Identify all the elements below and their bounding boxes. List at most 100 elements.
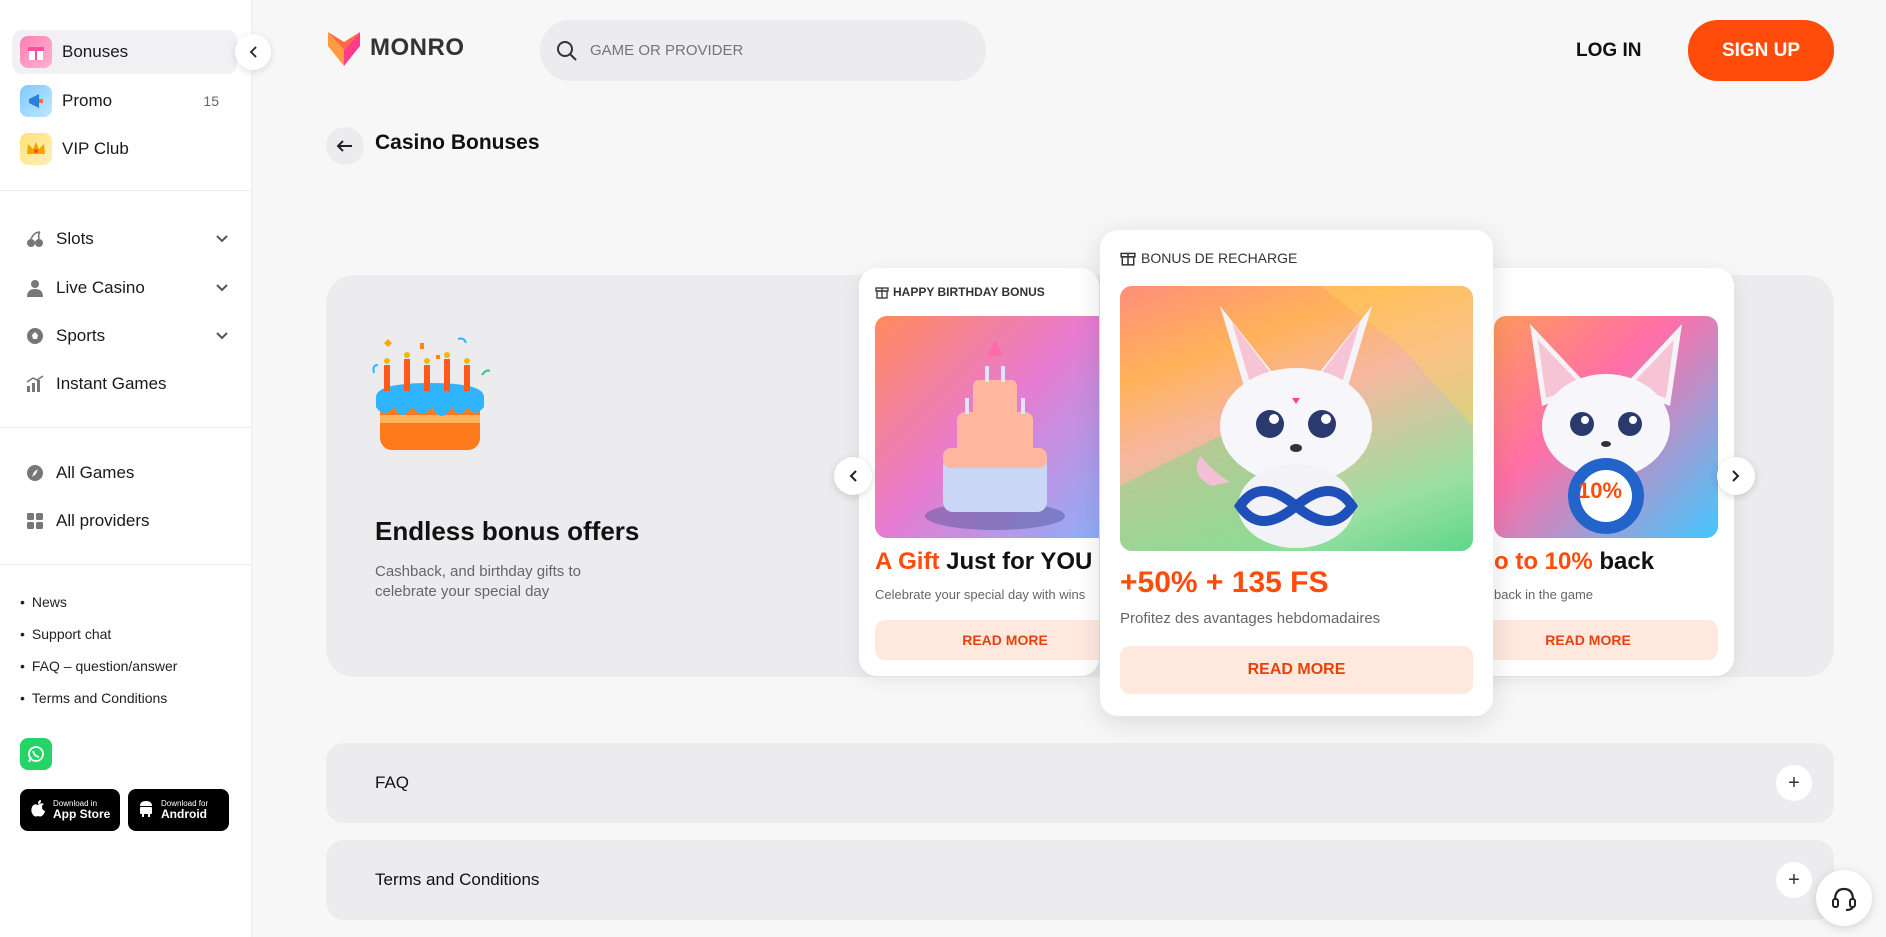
chevron-right-icon [1732, 470, 1740, 482]
dealer-icon [24, 277, 46, 299]
sidebar-item-promo[interactable]: Promo 15 [12, 79, 237, 123]
card-tag: BONUS DE RECHARGE [1120, 250, 1297, 266]
card-title-highlight: o to 10% [1494, 548, 1593, 575]
page-title: Casino Bonuses [375, 131, 540, 154]
megaphone-icon [20, 85, 52, 117]
sidebar-item-label: Slots [56, 229, 94, 248]
android-button[interactable]: Download for Android [128, 789, 229, 831]
card-title: +50% + 135 FS [1120, 566, 1329, 599]
sidebar-item-all-providers[interactable]: All providers [24, 503, 229, 539]
gift-icon [875, 287, 889, 299]
card-tag-label: BONUS DE RECHARGE [1141, 250, 1298, 266]
card-title: o to 10% back [1494, 548, 1654, 576]
sidebar-item-label: Sports [56, 326, 106, 345]
accordion-title: Terms and Conditions [375, 870, 540, 889]
logo[interactable]: MONRO [326, 28, 465, 68]
plus-icon[interactable]: + [1776, 862, 1812, 898]
fox-infinity-illustration [1120, 286, 1473, 551]
cherry-icon [24, 228, 46, 250]
sidebar-item-label: Promo [62, 91, 113, 110]
crown-icon [20, 133, 52, 165]
sidebar-item-slots[interactable]: Slots [24, 221, 229, 257]
headset-icon [1832, 887, 1856, 911]
grid-icon [24, 510, 46, 532]
apple-icon [30, 799, 46, 822]
back-button[interactable] [326, 127, 364, 165]
login-button[interactable]: LOG IN [1560, 36, 1657, 66]
birthday-cake-icon [372, 337, 490, 450]
divider [0, 564, 252, 565]
accordion-title: FAQ [375, 773, 410, 792]
sidebar-item-sports[interactable]: Sports [24, 318, 229, 354]
collapse-sidebar-button[interactable] [235, 34, 271, 70]
gift-icon [20, 36, 52, 68]
sidebar-item-vip-club[interactable]: VIP Club [12, 127, 237, 171]
terms-accordion[interactable]: Terms and Conditions + [326, 840, 1834, 920]
sidebar-item-label: Live Casino [56, 278, 145, 297]
search-input[interactable] [590, 42, 970, 59]
divider [0, 427, 252, 428]
search-bar[interactable] [540, 20, 986, 81]
card-title-rest: back [1592, 548, 1655, 575]
whatsapp-icon[interactable] [20, 738, 52, 770]
search-icon [557, 40, 577, 61]
link-support-chat[interactable]: Support chat [20, 626, 111, 642]
carousel-prev-button[interactable] [834, 457, 872, 495]
logo-text: MONRO [370, 34, 465, 61]
sidebar-item-label: Bonuses [62, 42, 129, 61]
card-image: 10% [1494, 316, 1718, 538]
cake-illustration [925, 340, 1065, 530]
arrow-left-icon [336, 140, 352, 152]
chart-icon [24, 373, 46, 395]
app-store-button[interactable]: Download in App Store [20, 789, 120, 831]
hero-title: Endless bonus offers [375, 516, 640, 546]
support-chat-button[interactable] [1816, 870, 1872, 926]
read-more-button[interactable]: READ MORE [875, 620, 1099, 660]
sidebar-item-label: All Games [56, 463, 135, 482]
bonus-card-birthday[interactable]: HAPPY BIRTHDAY BONUS A Gift Just for YOU… [859, 268, 1099, 676]
sidebar-item-label: Instant Games [56, 374, 167, 393]
card-title-highlight: A Gift [875, 548, 940, 575]
sidebar-item-label: VIP Club [62, 139, 129, 158]
card-subtitle: back in the game [1494, 587, 1594, 602]
sidebar-item-bonuses[interactable]: Bonuses [12, 30, 237, 74]
card-image [1120, 286, 1473, 551]
signup-button[interactable]: SIGN UP [1688, 20, 1834, 81]
link-terms[interactable]: Terms and Conditions [20, 690, 167, 706]
chevron-down-icon[interactable] [215, 326, 229, 346]
sidebar-item-all-games[interactable]: All Games [24, 455, 229, 491]
sidebar-item-instant-games[interactable]: Instant Games [24, 366, 229, 402]
link-news[interactable]: News [20, 594, 67, 610]
chevron-down-icon[interactable] [215, 278, 229, 298]
chevron-down-icon[interactable] [215, 229, 229, 249]
fox-cashback-illustration [1530, 324, 1682, 534]
android-big-text: Android [161, 807, 207, 821]
card-subtitle: Profitez des avantages hebdomadaires [1120, 610, 1381, 627]
read-more-button[interactable]: READ MORE [1458, 620, 1718, 660]
chevron-left-icon [249, 46, 257, 58]
sidebar-item-label: All providers [56, 511, 150, 530]
hero-subtitle: Cashback, and birthday gifts to celebrat… [375, 563, 581, 600]
read-more-button[interactable]: READ MORE [1120, 646, 1473, 694]
app-store-big-text: App Store [53, 807, 111, 821]
card-title: A Gift Just for YOU [875, 548, 1092, 576]
compass-icon [24, 462, 46, 484]
card-subtitle: Celebrate your special day with wins [875, 587, 1086, 602]
percent-badge: 10% [1578, 478, 1623, 503]
divider [0, 190, 252, 191]
link-faq[interactable]: FAQ – question/answer [20, 658, 178, 674]
bonus-card-recharge[interactable]: BONUS DE RECHARGE +50% + 135 FS Profitez… [1100, 230, 1493, 716]
faq-accordion[interactable]: FAQ + [326, 743, 1834, 823]
ball-icon [24, 325, 46, 347]
card-tag-label: HAPPY BIRTHDAY BONUS [893, 285, 1045, 299]
plus-icon[interactable]: + [1776, 765, 1812, 801]
monro-logo-icon [328, 32, 360, 66]
card-tag: HAPPY BIRTHDAY BONUS [875, 285, 1045, 299]
chevron-left-icon [849, 470, 857, 482]
sidebar: Bonuses Promo 15 VIP Club Slots Live Cas… [0, 0, 252, 937]
android-icon [138, 799, 154, 822]
card-image [875, 316, 1099, 538]
sidebar-item-live-casino[interactable]: Live Casino [24, 270, 229, 306]
card-title-rest: Just for YOU [939, 548, 1093, 575]
carousel-next-button[interactable] [1717, 457, 1755, 495]
